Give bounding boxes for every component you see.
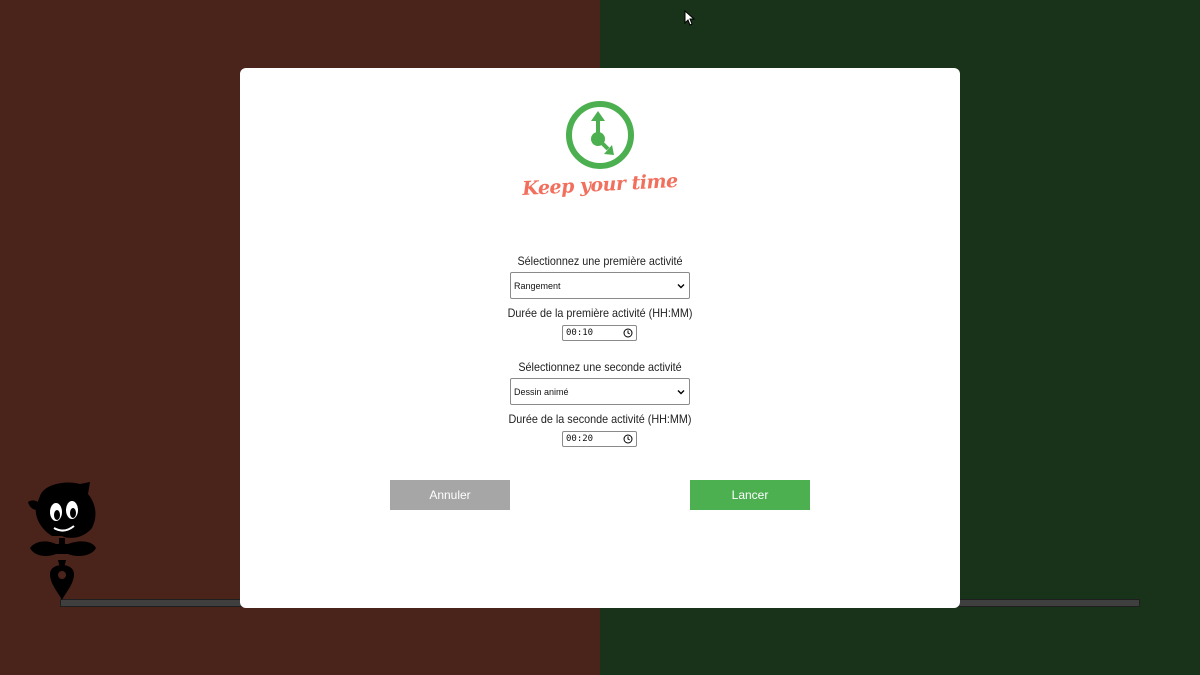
- first-activity-value: Rangement: [514, 280, 561, 291]
- app-title: Keep your time: [521, 169, 679, 201]
- clock-logo-icon: [566, 101, 634, 169]
- first-duration-value: 00:10: [566, 328, 594, 338]
- first-duration-label: Durée de la première activité (HH:MM): [507, 306, 693, 320]
- start-button[interactable]: Lancer: [690, 480, 810, 510]
- clock-icon[interactable]: [623, 328, 633, 338]
- chevron-down-icon: [677, 284, 685, 289]
- second-duration-input[interactable]: 00:20: [562, 431, 637, 447]
- second-duration-value: 00:20: [566, 434, 594, 444]
- mascot-icon: [28, 482, 96, 600]
- second-duration-label: Durée de la seconde activité (HH:MM): [508, 412, 692, 426]
- first-activity-label: Sélectionnez une première activité: [517, 254, 683, 268]
- second-activity-value: Dessin animé: [514, 386, 569, 397]
- cancel-button[interactable]: Annuler: [390, 480, 510, 510]
- activity-dialog: Keep your time Sélectionnez une première…: [240, 68, 960, 608]
- clock-icon[interactable]: [623, 434, 633, 444]
- mouse-cursor-icon: [684, 10, 696, 26]
- chevron-down-icon: [677, 390, 685, 395]
- second-activity-label: Sélectionnez une seconde activité: [518, 360, 682, 374]
- first-activity-select[interactable]: Rangement: [510, 272, 690, 299]
- first-duration-input[interactable]: 00:10: [562, 325, 637, 341]
- second-activity-select[interactable]: Dessin animé: [510, 378, 690, 405]
